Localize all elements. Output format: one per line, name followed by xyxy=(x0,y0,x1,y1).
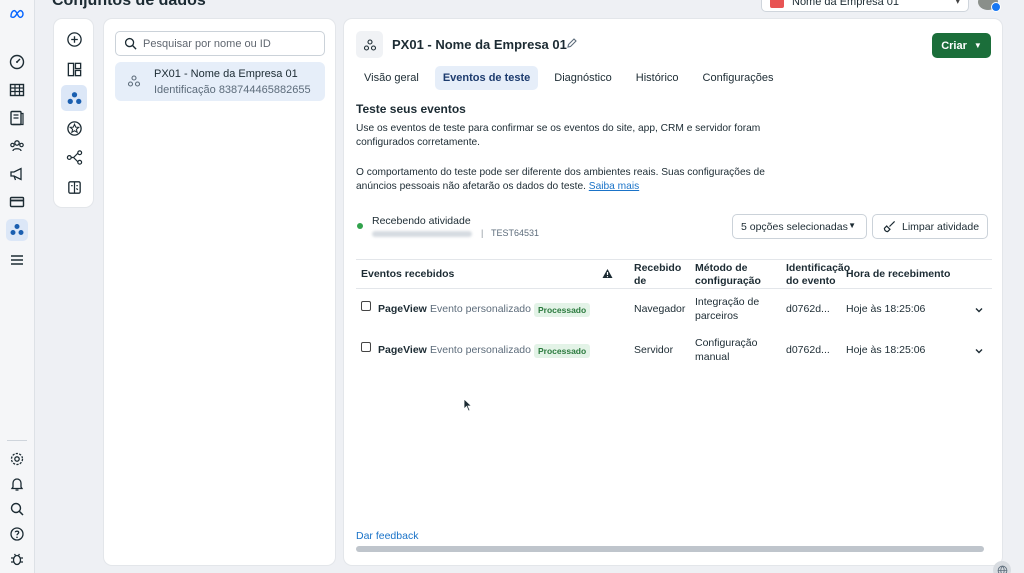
setup-method: Integração de parceiros xyxy=(695,296,760,322)
pencil-icon[interactable] xyxy=(566,37,578,49)
status-badge: Processado xyxy=(534,344,591,358)
disclaimer-text: O comportamento do teste pode ser difere… xyxy=(356,167,765,192)
setup-method: Configuração manual xyxy=(695,337,758,363)
event-id: d0762d... xyxy=(786,303,830,315)
received-from: Servidor xyxy=(634,344,674,356)
col-identification: Identificação do evento xyxy=(786,262,851,287)
global-nav-rail xyxy=(0,0,35,573)
custom-conversions-icon[interactable] xyxy=(61,115,87,141)
event-icon xyxy=(361,342,371,352)
dataset-name: PX01 - Nome da Empresa 01 xyxy=(154,68,298,80)
table-row[interactable]: PageView Evento personalizado Processado… xyxy=(356,330,992,371)
options-filter-dropdown[interactable]: 5 opções selecionadas ▼ xyxy=(732,214,867,239)
dashboard-icon[interactable] xyxy=(6,51,28,73)
dataset-detail-panel: PX01 - Nome da Empresa 01 Criar ▼ Visão … xyxy=(344,19,1002,565)
search-icon[interactable] xyxy=(6,498,28,520)
tab-diagnostics[interactable]: Diagnóstico xyxy=(546,66,619,90)
event-type: Evento personalizado xyxy=(430,303,531,315)
events-manager-icon[interactable] xyxy=(6,219,28,241)
table-row[interactable]: PageView Evento personalizado Processado… xyxy=(356,289,992,330)
page-title: Conjuntos de dados xyxy=(52,0,206,9)
clear-activity-label: Limpar atividade xyxy=(902,220,980,233)
horizontal-scrollbar[interactable] xyxy=(356,546,984,552)
test-events-description: Use os eventos de teste para confirmar s… xyxy=(356,123,761,148)
audience-icon[interactable] xyxy=(6,135,28,157)
col-received-from: Recebido de xyxy=(634,262,682,287)
test-event-code: TEST64531 xyxy=(491,228,540,238)
event-type: Evento personalizado xyxy=(430,344,531,356)
event-icon xyxy=(361,301,371,311)
dataset-toolbar xyxy=(54,19,93,207)
pixel-badge xyxy=(356,31,383,58)
col-events: Eventos recebidos xyxy=(361,268,455,280)
dataset-list-panel: PX01 - Nome da Empresa 01 Identificação … xyxy=(104,19,335,565)
caret-down-icon: ▼ xyxy=(973,41,982,50)
pixel-icon xyxy=(363,38,376,51)
help-icon[interactable] xyxy=(6,523,28,545)
tab-settings[interactable]: Configurações xyxy=(695,66,782,90)
menu-icon[interactable] xyxy=(6,249,28,271)
col-time: Hora de recebimento xyxy=(846,268,951,280)
partner-integrations-icon[interactable] xyxy=(61,174,87,200)
table-header: Eventos recebidos Recebido de Método de … xyxy=(356,259,992,289)
tab-history[interactable]: Histórico xyxy=(628,66,687,90)
mouse-cursor-icon xyxy=(463,398,473,412)
activity-status-dot xyxy=(357,223,363,229)
billing-icon[interactable] xyxy=(6,191,28,213)
test-events-disclaimer: O comportamento do teste pode ser difere… xyxy=(356,166,776,194)
tab-test-events[interactable]: Eventos de teste xyxy=(434,66,539,90)
activity-status-label: Recebendo atividade xyxy=(372,215,471,227)
received-time: Hoje às 18:25:06 xyxy=(846,344,926,356)
warning-icon[interactable] xyxy=(602,268,613,279)
pixel-icon xyxy=(127,75,141,87)
integrations-icon[interactable] xyxy=(61,144,87,170)
business-logo-icon xyxy=(770,0,784,8)
notifications-icon[interactable] xyxy=(6,473,28,495)
event-name: PageView xyxy=(378,344,427,356)
business-selector[interactable]: Nome da Empresa 01 ▾ xyxy=(761,0,969,12)
redacted-email xyxy=(372,231,472,237)
event-name: PageView xyxy=(378,303,427,315)
search-field[interactable] xyxy=(115,31,325,56)
dataset-list-item[interactable]: PX01 - Nome da Empresa 01 Identificação … xyxy=(115,62,325,101)
search-input[interactable] xyxy=(143,37,318,50)
chevron-down-icon: ▾ xyxy=(955,0,960,6)
meta-logo-icon[interactable] xyxy=(5,3,29,25)
bug-icon[interactable] xyxy=(6,548,28,570)
campaign-icon[interactable] xyxy=(6,163,28,185)
settings-icon[interactable] xyxy=(6,448,28,470)
received-time: Hoje às 18:25:06 xyxy=(846,303,926,315)
table-icon[interactable] xyxy=(6,79,28,101)
datasets-icon[interactable] xyxy=(61,85,87,111)
clear-activity-button[interactable]: Limpar atividade xyxy=(872,214,988,239)
learn-more-link[interactable]: Saiba mais xyxy=(589,181,639,192)
caret-down-icon: ▼ xyxy=(848,221,856,230)
section-title: Teste seus eventos xyxy=(356,102,466,116)
facebook-badge-icon xyxy=(991,2,1001,12)
chevron-down-icon[interactable] xyxy=(974,305,984,315)
events-table: Eventos recebidos Recebido de Método de … xyxy=(356,259,992,371)
tab-bar: Visão geral Eventos de teste Diagnóstico… xyxy=(356,66,781,90)
catalog-icon[interactable] xyxy=(6,107,28,129)
chevron-down-icon[interactable] xyxy=(974,346,984,356)
broom-icon xyxy=(883,220,896,233)
tab-overview[interactable]: Visão geral xyxy=(356,66,427,90)
status-badge: Processado xyxy=(534,303,591,317)
dataset-id: Identificação 838744465882655 xyxy=(154,84,311,96)
feedback-link[interactable]: Dar feedback xyxy=(356,530,418,542)
dataset-title: PX01 - Nome da Empresa 01 xyxy=(392,37,567,52)
options-filter-label: 5 opções selecionadas xyxy=(741,220,848,233)
search-icon xyxy=(124,37,137,50)
activity-separator: | xyxy=(481,228,484,238)
business-selector-label: Nome da Empresa 01 xyxy=(792,0,899,8)
event-id: d0762d... xyxy=(786,344,830,356)
globe-icon[interactable] xyxy=(993,561,1011,573)
add-circle-icon[interactable] xyxy=(61,26,87,52)
received-from: Navegador xyxy=(634,303,686,315)
create-button[interactable]: Criar ▼ xyxy=(932,33,991,58)
rail-divider xyxy=(7,440,27,441)
layout-icon[interactable] xyxy=(61,56,87,82)
create-button-label: Criar xyxy=(941,39,967,52)
col-method: Método de configuração xyxy=(695,262,761,287)
